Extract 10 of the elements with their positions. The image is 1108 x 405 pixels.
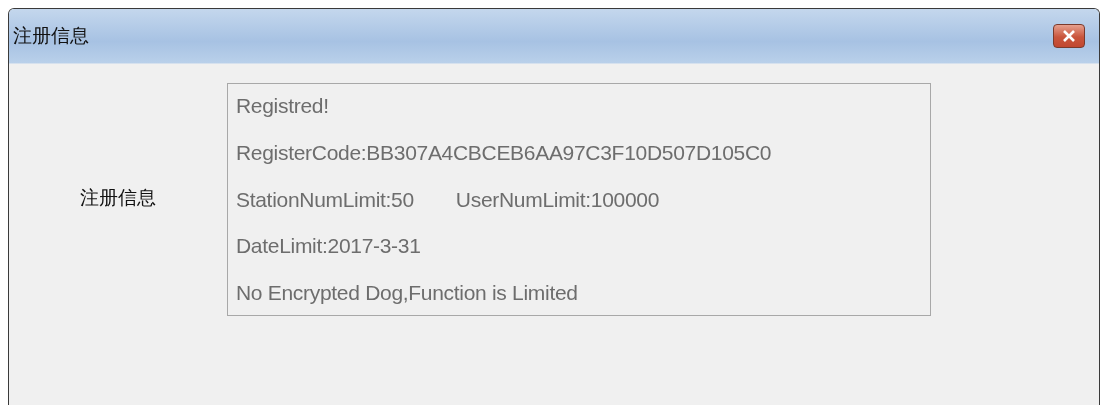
close-button[interactable]: [1053, 24, 1085, 48]
info-text: DateLimit:2017-3-31: [236, 234, 421, 259]
info-text: No Encrypted Dog,Function is Limited: [236, 281, 578, 305]
info-text: Registred!: [236, 94, 329, 118]
info-text: StationNumLimit:50: [236, 187, 414, 212]
info-text: UserNumLimit:100000: [455, 187, 660, 212]
close-icon: [1063, 30, 1075, 42]
info-text: RegisterCode:BB307A4CBCEB6AA97C3F10D507D105C0: [236, 140, 772, 165]
field-label: 注册信息: [79, 184, 157, 210]
window-title: 注册信息: [13, 23, 89, 48]
